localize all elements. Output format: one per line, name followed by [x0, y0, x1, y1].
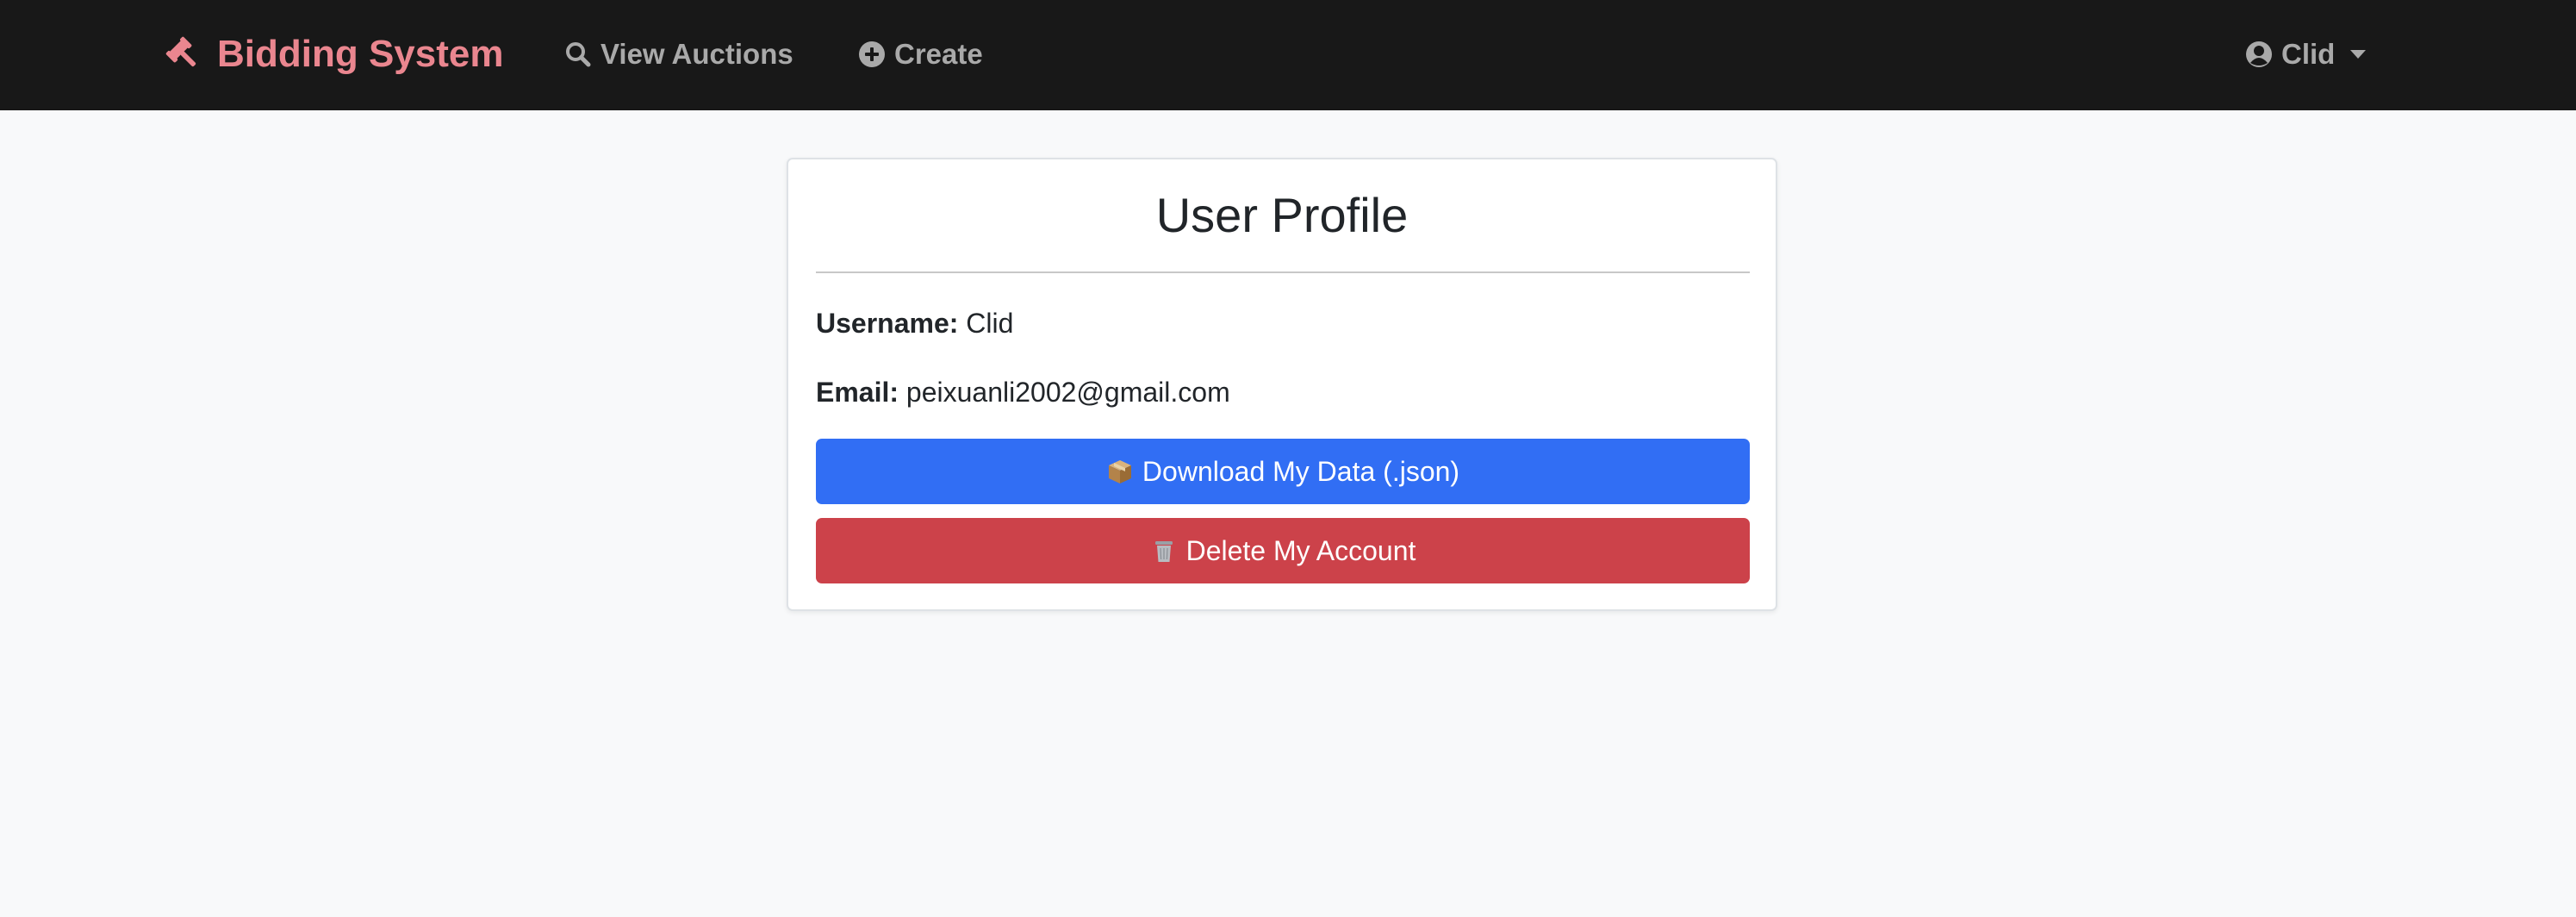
user-menu-label: Clid — [2281, 38, 2336, 70]
nav-create[interactable]: Create — [858, 26, 983, 83]
search-icon — [566, 42, 591, 67]
gavel-icon — [165, 36, 196, 67]
username-value: Clid — [966, 308, 1014, 339]
email-value: peixuanli2002@gmail.com — [905, 377, 1230, 408]
chevron-down-icon — [2350, 50, 2367, 59]
email-label: Email: — [816, 377, 899, 408]
username-row: Username: Clid — [816, 306, 1013, 340]
nav-view-auctions[interactable]: View Auctions — [564, 26, 793, 83]
user-menu-toggle[interactable]: Clid — [2245, 26, 2367, 83]
brand-link[interactable]: Bidding System — [164, 26, 504, 83]
email-row: Email: peixuanli2002@gmail.com — [816, 375, 1230, 409]
nav-view-auctions-label: View Auctions — [600, 38, 793, 70]
download-data-button[interactable]: Download My Data (.json) — [816, 439, 1750, 504]
delete-account-button[interactable]: Delete My Account — [816, 518, 1750, 583]
username-label: Username: — [816, 308, 959, 339]
profile-card: User Profile Username: Clid Email: peixu… — [787, 158, 1777, 611]
nav-create-label: Create — [894, 38, 983, 70]
plus-circle-icon — [859, 41, 885, 67]
delete-account-label: Delete My Account — [1185, 534, 1416, 566]
wastebasket-icon — [1154, 541, 1173, 562]
page-title: User Profile — [1155, 188, 1409, 242]
navbar: Bidding System View Auctions Create Clid — [0, 0, 2576, 110]
brand-title: Bidding System — [217, 33, 504, 75]
user-circle-icon — [2246, 41, 2272, 67]
download-data-label: Download My Data (.json) — [1142, 455, 1460, 487]
package-icon — [1108, 460, 1131, 483]
divider — [816, 271, 1750, 273]
